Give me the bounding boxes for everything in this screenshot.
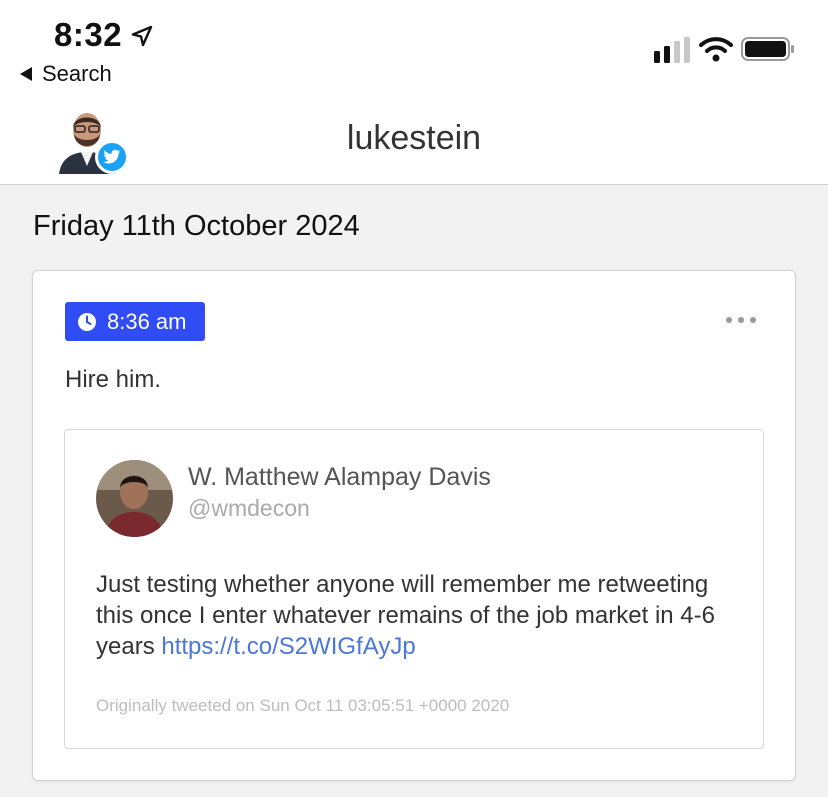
quoted-tweet[interactable]: W. Matthew Alampay Davis @wmdecon Just t… xyxy=(64,429,764,749)
time-badge-label: 8:36 am xyxy=(107,308,187,334)
clock-icon xyxy=(78,312,96,331)
nav-bar: lukestein xyxy=(0,100,828,185)
quoted-author-name[interactable]: W. Matthew Alampay Davis xyxy=(188,463,491,492)
back-arrow-icon xyxy=(20,67,32,81)
date-heading: Friday 11th October 2024 xyxy=(33,210,360,242)
quoted-tweet-body: Just testing whether anyone will remembe… xyxy=(96,569,746,662)
battery-icon xyxy=(741,37,794,61)
post-card: 8:36 am Hire him. W. Matthew Alampay Dav… xyxy=(32,270,796,781)
location-arrow-icon xyxy=(131,25,153,47)
status-time: 8:32 xyxy=(54,16,123,53)
more-options-icon[interactable] xyxy=(726,315,756,325)
status-bar: 8:32 Search xyxy=(0,0,828,100)
post-text: Hire him. xyxy=(65,366,162,393)
wifi-icon xyxy=(699,37,733,62)
dot xyxy=(726,317,732,323)
quoted-tweet-link[interactable]: https://t.co/S2WIGfAyJp xyxy=(161,633,415,660)
dot xyxy=(738,317,744,323)
quoted-tweet-footer: Originally tweeted on Sun Oct 11 03:05:5… xyxy=(96,696,510,715)
nav-title: lukestein xyxy=(346,119,482,157)
cellular-signal-icon xyxy=(654,37,690,63)
time-badge[interactable]: 8:36 am xyxy=(65,302,205,341)
quoted-author-avatar[interactable] xyxy=(96,460,173,537)
quoted-author-handle[interactable]: @wmdecon xyxy=(188,495,310,522)
dot xyxy=(750,317,756,323)
back-label: Search xyxy=(42,61,112,86)
back-to-search-link[interactable]: Search xyxy=(20,61,112,87)
